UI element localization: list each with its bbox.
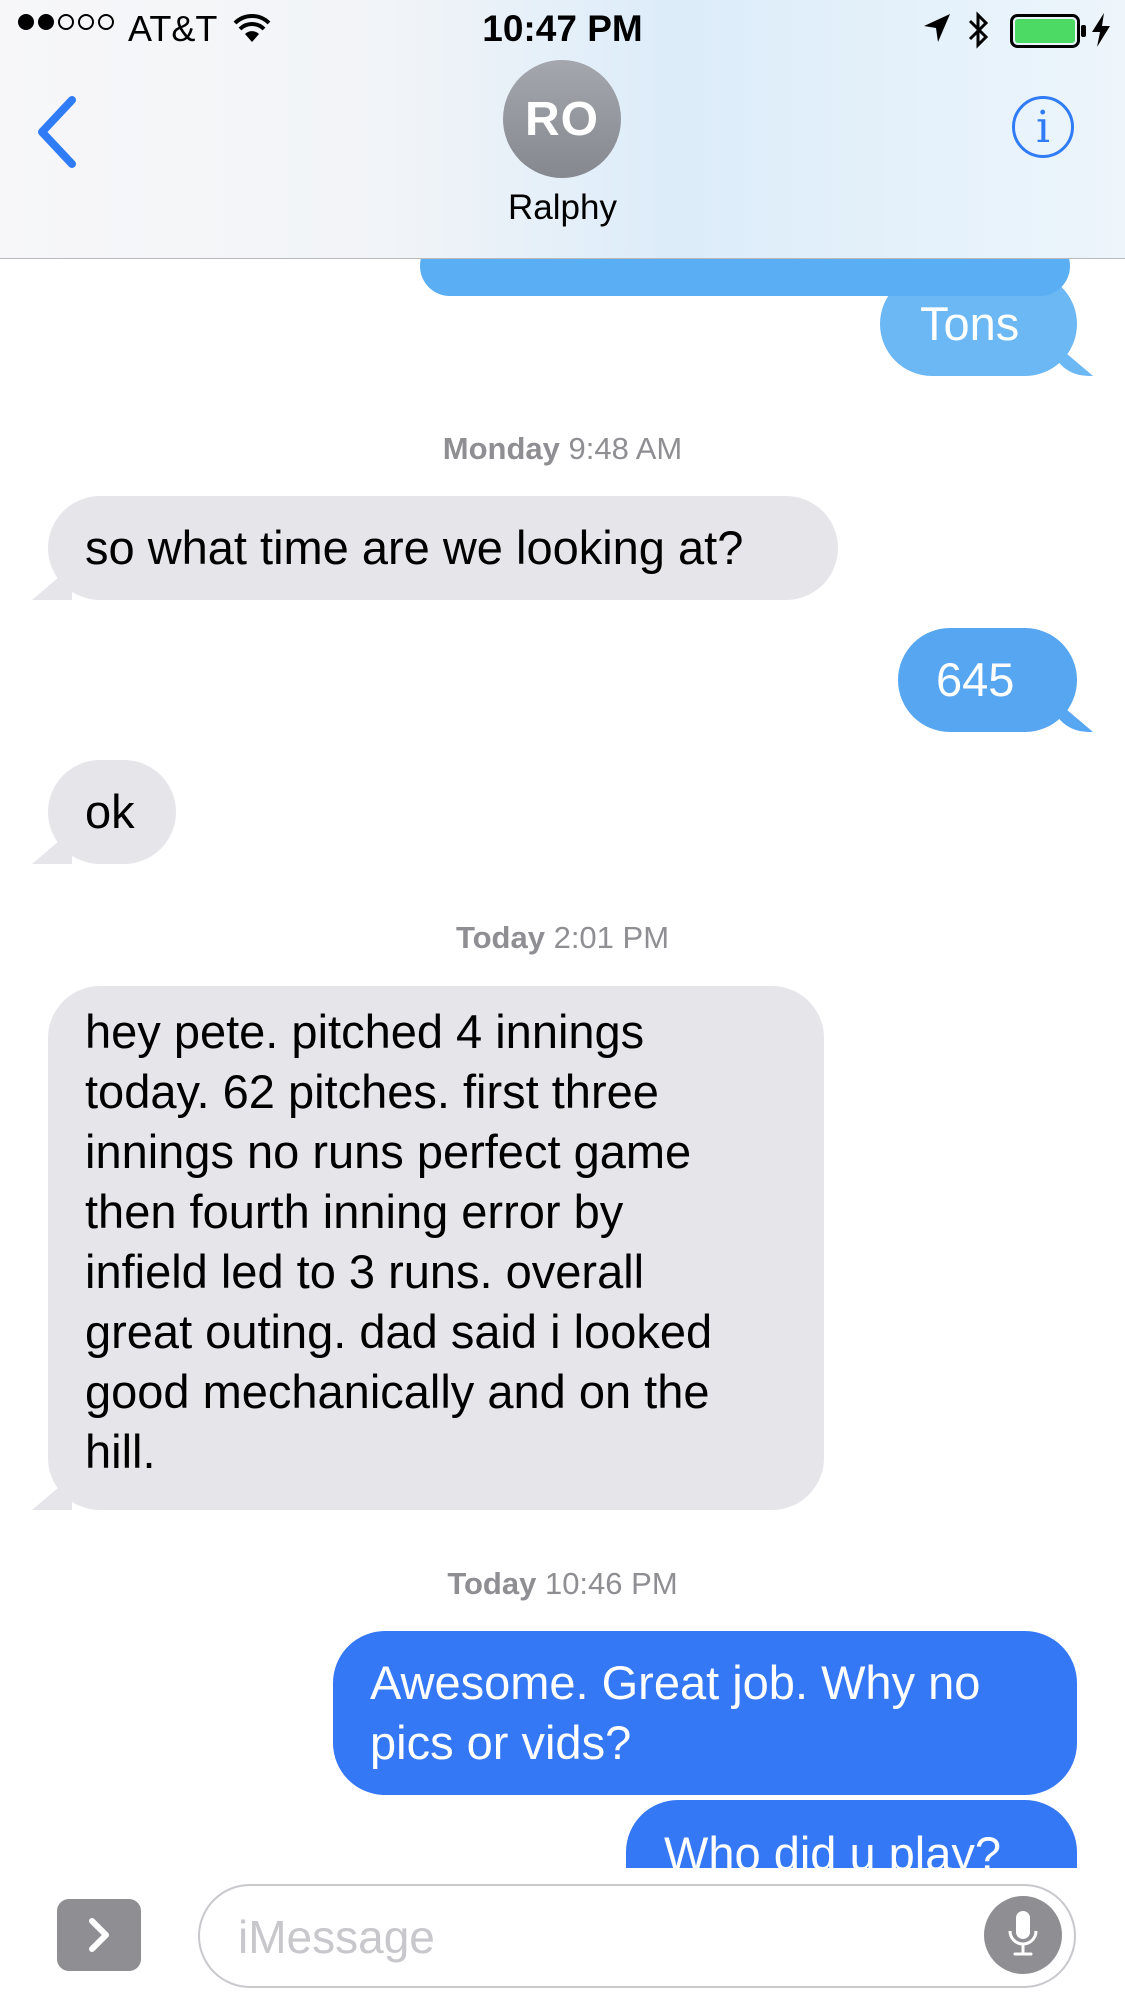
timestamp-time: 10:46 PM [544,1566,678,1601]
message-line: Awesome. Great job. Why no [370,1656,981,1709]
timestamp-day: Monday [442,431,560,466]
info-glyph: i [1035,101,1051,153]
message-line: hey pete. pitched 4 innings [85,1005,645,1058]
message-line: then fourth inning error by [85,1185,624,1238]
timestamp-time: 2:01 PM [553,920,670,955]
charging-bolt-icon [1092,13,1110,47]
location-arrow-icon [924,14,950,42]
received-message-bubble[interactable]: ok [48,760,176,864]
microphone-icon[interactable] [984,1896,1062,1974]
avatar-initials: RO [525,92,599,146]
message-line: innings no runs perfect game [85,1125,692,1178]
chevron-right-icon[interactable] [57,1899,141,1971]
message-line: hill. [85,1425,156,1478]
message-text: 645 [936,653,1015,706]
back-button[interactable] [30,92,90,172]
message-line: great outing. dad said i looked [85,1305,713,1358]
info-icon[interactable]: i [1012,96,1074,158]
timestamp: Monday 9:48 AM [0,431,1125,467]
timestamp-day: Today [455,920,545,955]
timestamp: Today 10:46 PM [0,1566,1125,1602]
received-message-bubble[interactable]: hey pete. pitched 4 innings today. 62 pi… [48,986,824,1510]
timestamp: Today 2:01 PM [0,920,1125,956]
message-line: today. 62 pitches. first three [85,1065,659,1118]
message-text: ok [85,785,135,838]
message-input[interactable]: iMessage [198,1884,1076,1988]
timestamp-day: Today [447,1566,537,1601]
message-line: pics or vids? [370,1716,632,1769]
received-message-bubble[interactable]: so what time are we looking at? [48,496,838,600]
sent-message-bubble[interactable]: Awesome. Great job. Why no pics or vids? [333,1631,1077,1795]
status-time: 10:47 PM [482,8,643,49]
message-input-placeholder: iMessage [238,1911,435,1963]
contact-name[interactable]: Ralphy [0,188,1125,228]
conversation-header: AT&T 10:47 PM RO Ralphy i [0,0,1125,259]
message-text: Tons [920,297,1020,350]
message-line: good mechanically and on the [85,1365,710,1418]
bluetooth-icon [968,11,989,49]
contact-avatar[interactable]: RO [503,60,621,178]
input-bar: iMessage [0,1868,1125,2001]
message-text: so what time are we looking at? [85,521,744,574]
sent-message-bubble[interactable]: 645 [898,628,1077,732]
timestamp-time: 9:48 AM [568,431,683,466]
battery-icon [1010,14,1086,48]
message-line: infield led to 3 runs. overall [85,1245,645,1298]
